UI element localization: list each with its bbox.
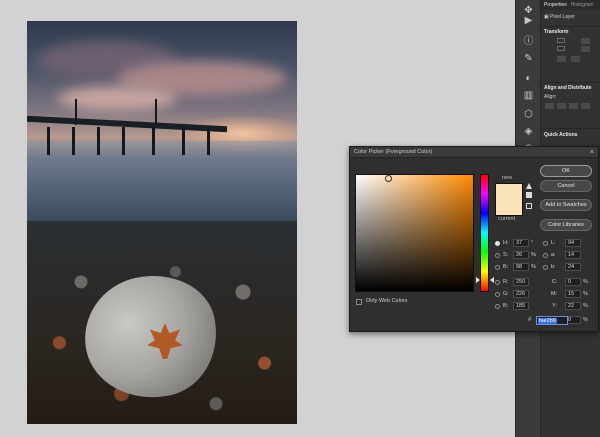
gamut-cube-icon[interactable] — [526, 192, 532, 198]
g-label: G: — [503, 291, 509, 297]
m-label: M: — [551, 291, 558, 297]
saturation-brightness-field[interactable] — [355, 174, 474, 292]
layer-type-label: Pixel Layer — [550, 14, 575, 20]
current-color-label: current — [498, 216, 516, 222]
hex-value: fae2b9 — [538, 318, 557, 324]
ok-button[interactable]: OK — [540, 165, 592, 177]
hex-label: # — [528, 317, 532, 323]
brightness-field[interactable]: 98 — [513, 263, 529, 271]
yellow-field[interactable]: 22 — [565, 302, 581, 310]
red-radio[interactable] — [495, 280, 500, 285]
hue-field[interactable]: 37 — [513, 239, 529, 247]
out-of-gamut-warning-icon[interactable] — [526, 183, 532, 189]
only-web-colors-checkbox[interactable] — [356, 299, 362, 305]
hue-slider[interactable] — [480, 174, 489, 292]
c-unit: % — [583, 279, 588, 285]
red-field[interactable]: 250 — [513, 278, 529, 286]
lab-b-radio[interactable] — [543, 265, 548, 270]
y-label: Y: — [552, 303, 557, 309]
section-quick-actions[interactable]: Quick Actions — [544, 132, 577, 138]
tab-properties[interactable]: Properties — [544, 0, 567, 10]
m-unit: % — [583, 291, 588, 297]
lab-l-field[interactable]: 94 — [565, 239, 581, 247]
cube-icon[interactable]: ⬡ — [522, 108, 535, 121]
green-radio[interactable] — [495, 292, 500, 297]
blue-radio[interactable] — [495, 304, 500, 309]
color-picker-dialog: Color Picker (Foreground Color) × new cu… — [349, 146, 599, 332]
hex-field[interactable]: fae2b9 — [536, 316, 568, 325]
blue-b-label: B: — [503, 303, 509, 309]
magenta-field[interactable]: 15 — [565, 290, 581, 298]
h-label: H: — [503, 240, 509, 246]
h-unit: ° — [531, 240, 534, 246]
saturation-radio[interactable] — [495, 253, 500, 258]
green-field[interactable]: 226 — [513, 290, 529, 298]
lab-b-field[interactable]: 24 — [565, 263, 581, 271]
hue-slider-handle-left[interactable] — [476, 277, 480, 283]
lab-b-label: b: — [551, 264, 556, 270]
saturation-field[interactable]: 26 — [513, 251, 529, 259]
web-safe-icon[interactable] — [526, 203, 532, 209]
l-label: L: — [551, 240, 556, 246]
brush-icon[interactable]: ✎ — [522, 52, 535, 65]
s-label: S: — [503, 252, 509, 258]
s-unit: % — [531, 252, 536, 258]
brightness-radio[interactable] — [495, 265, 500, 270]
b-label: B: — [503, 264, 509, 270]
play-icon[interactable]: ▶ — [522, 14, 535, 27]
hue-slider-handle-right[interactable] — [490, 277, 494, 283]
new-color-label: new — [502, 175, 513, 181]
section-transform[interactable]: Transform — [544, 29, 568, 35]
tab-histogram[interactable]: Histogram — [571, 0, 594, 10]
k-unit: % — [583, 317, 588, 323]
cyan-field[interactable]: 0 — [565, 278, 581, 286]
section-align[interactable]: Align and Distribute — [544, 85, 592, 91]
c-label: C: — [552, 279, 558, 285]
close-icon[interactable]: × — [590, 148, 594, 157]
a-label: a: — [551, 252, 556, 258]
new-color-swatch — [495, 183, 523, 200]
blue-field[interactable]: 185 — [513, 302, 529, 310]
pixel-layer-icon: ▣ — [544, 14, 549, 20]
dialog-title: Color Picker (Foreground Color) — [354, 149, 433, 155]
dialog-titlebar[interactable]: Color Picker (Foreground Color) × — [350, 147, 598, 158]
current-color-swatch[interactable] — [495, 200, 523, 216]
only-web-colors-label: Only Web Colors — [366, 298, 408, 304]
lab-l-radio[interactable] — [543, 241, 548, 246]
document-photo[interactable] — [27, 21, 297, 424]
lab-a-field[interactable]: 14 — [565, 251, 581, 259]
b-unit: % — [531, 264, 536, 270]
hue-radio[interactable] — [495, 241, 500, 246]
adjust-icon[interactable]: ◐ — [522, 72, 535, 85]
y-unit: % — [583, 303, 588, 309]
gradient-icon[interactable]: ▥ — [522, 89, 535, 102]
info-icon[interactable]: ⓘ — [522, 35, 535, 48]
color-marker[interactable] — [385, 175, 392, 182]
cancel-button[interactable]: Cancel — [540, 180, 592, 192]
lab-a-radio[interactable] — [543, 253, 548, 258]
color-libraries-button[interactable]: Color Libraries — [540, 219, 592, 231]
align-label: Align: — [544, 94, 557, 100]
r-label: R: — [503, 279, 509, 285]
add-to-swatches-button[interactable]: Add to Swatches — [540, 199, 592, 211]
layer-type: ▣ Pixel Layer — [544, 14, 575, 20]
layers-icon[interactable]: ◈ — [522, 125, 535, 138]
